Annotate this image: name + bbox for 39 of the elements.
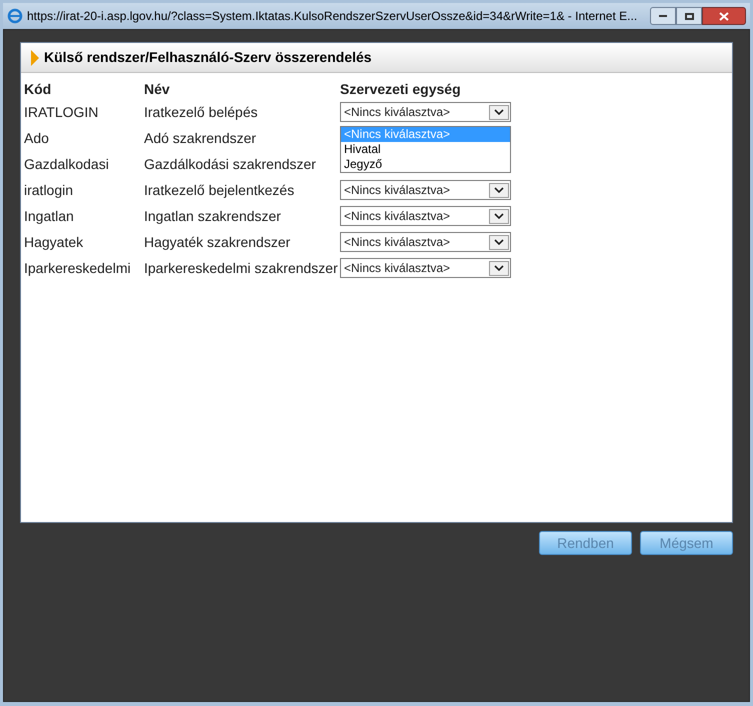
dropdown-caret-icon	[489, 182, 509, 198]
select-field[interactable]: <Nincs kiválasztva>	[340, 232, 511, 252]
dropdown-option[interactable]: Hivatal	[341, 142, 510, 157]
code-cell-text: Ingatlan	[24, 206, 74, 226]
select-field[interactable]: <Nincs kiválasztva>	[340, 206, 511, 226]
dropdown-caret-icon	[489, 260, 509, 276]
select-field[interactable]: <Nincs kiválasztva>	[340, 102, 511, 122]
column-header: Név	[144, 80, 170, 99]
maximize-icon	[684, 12, 694, 20]
code-cell-text: Hagyatek	[24, 232, 84, 252]
maximize-button[interactable]	[676, 7, 702, 25]
column-header: Kód	[24, 80, 52, 99]
name-cell-text: Iratkezelő belépés	[144, 102, 258, 122]
code-cell-text: IRATLOGIN	[24, 102, 98, 122]
code-cell-text: Gazdalkodasi	[24, 154, 109, 174]
browser-icon	[7, 8, 23, 24]
dropdown-caret-icon	[489, 104, 509, 120]
column-header: Szervezeti egység	[340, 80, 461, 99]
minimize-icon	[659, 15, 667, 17]
select-field[interactable]: <Nincs kiválasztva>	[340, 258, 511, 278]
name-cell-text: Gazdálkodási szakrendszer	[144, 154, 316, 174]
close-icon	[719, 12, 729, 20]
name-cell-text: Iparkereskedelmi szakrendszer	[144, 258, 338, 278]
close-button[interactable]	[702, 7, 746, 25]
select-field[interactable]: <Nincs kiválasztva>	[340, 180, 511, 200]
name-cell-text: Iratkezelő bejelentkezés	[144, 180, 294, 200]
code-cell-text: Iparkereskedelmi	[24, 258, 131, 278]
dropdown-caret-icon	[489, 208, 509, 224]
name-cell-text: Ingatlan szakrendszer	[144, 206, 281, 226]
window-title: https://irat-20-i.asp.lgov.hu/?class=System.Iktatas.KulsoRendszerSzervUserOssze&id=34&rWrite=1& - Internet E...	[27, 8, 638, 25]
code-cell-text: iratlogin	[24, 180, 74, 200]
dropdown-caret-icon	[489, 234, 509, 250]
name-cell-text: Hagyaték szakrendszer	[144, 232, 290, 252]
triangle-icon	[31, 50, 39, 66]
panel-title: Külső rendszer/Felhasználó-Szerv összerendelés	[44, 48, 372, 67]
name-cell-text: Adó szakrendszer	[144, 128, 256, 148]
code-cell-text: Ado	[24, 128, 49, 148]
dropdown-option[interactable]: Jegyző	[341, 157, 510, 172]
minimize-button[interactable]	[650, 7, 676, 25]
